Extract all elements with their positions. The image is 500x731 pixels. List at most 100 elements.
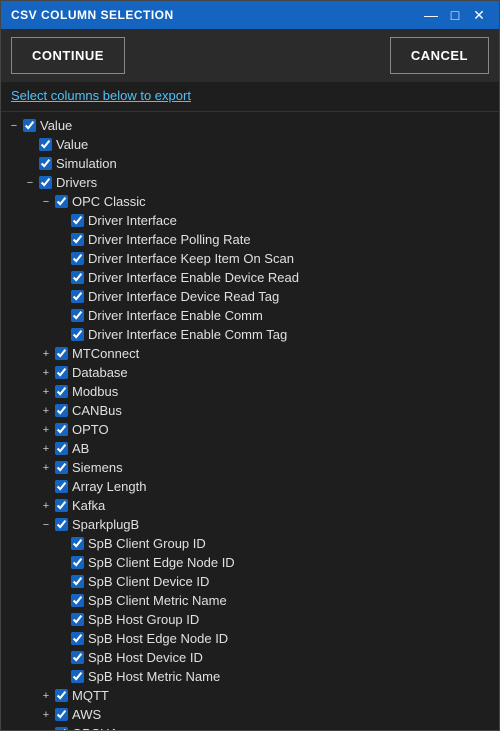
expand-icon[interactable]: − xyxy=(23,176,37,190)
tree-item-checkbox[interactable] xyxy=(71,575,84,588)
expand-placeholder xyxy=(55,328,69,342)
tree-item-checkbox[interactable] xyxy=(55,480,68,493)
tree-item-label: Value xyxy=(56,137,88,152)
expand-icon[interactable]: + xyxy=(39,385,53,399)
expand-icon[interactable]: + xyxy=(39,442,53,456)
tree-item-label: Driver Interface Enable Device Read xyxy=(88,270,299,285)
expand-icon[interactable]: + xyxy=(39,461,53,475)
expand-icon[interactable]: + xyxy=(39,708,53,722)
tree-item-label: Kafka xyxy=(72,498,105,513)
toolbar: CONTINUE CANCEL xyxy=(1,29,499,82)
tree-item: + Kafka xyxy=(1,496,499,515)
csv-column-selection-window: CSV COLUMN SELECTION — □ ✕ CONTINUE CANC… xyxy=(0,0,500,731)
expand-icon[interactable]: + xyxy=(39,727,53,731)
expand-icon[interactable]: − xyxy=(7,119,21,133)
tree-item: SpB Host Edge Node ID xyxy=(1,629,499,648)
expand-placeholder xyxy=(55,309,69,323)
maximize-button[interactable]: □ xyxy=(445,5,465,25)
tree-item: Driver Interface Enable Comm xyxy=(1,306,499,325)
tree-item-checkbox[interactable] xyxy=(55,518,68,531)
tree-item-checkbox[interactable] xyxy=(55,366,68,379)
minimize-button[interactable]: — xyxy=(421,5,441,25)
tree-item-checkbox[interactable] xyxy=(55,689,68,702)
tree-item-checkbox[interactable] xyxy=(39,176,52,189)
tree-item-label: AB xyxy=(72,441,89,456)
tree-item-checkbox[interactable] xyxy=(55,404,68,417)
expand-placeholder xyxy=(55,271,69,285)
tree-item-label: Array Length xyxy=(72,479,146,494)
tree-item-checkbox[interactable] xyxy=(55,347,68,360)
subtitle-link[interactable]: Select columns below to export xyxy=(1,82,499,112)
expand-placeholder xyxy=(55,556,69,570)
tree-item-label: SpB Client Device ID xyxy=(88,574,209,589)
close-button[interactable]: ✕ xyxy=(469,5,489,25)
tree-item-checkbox[interactable] xyxy=(55,195,68,208)
expand-placeholder xyxy=(23,157,37,171)
tree-item-checkbox[interactable] xyxy=(71,537,84,550)
tree-item-checkbox[interactable] xyxy=(71,290,84,303)
tree-item-label: Value xyxy=(40,118,72,133)
continue-button[interactable]: CONTINUE xyxy=(11,37,125,74)
expand-placeholder xyxy=(55,214,69,228)
tree-item-checkbox[interactable] xyxy=(55,423,68,436)
expand-icon[interactable]: + xyxy=(39,499,53,513)
tree-item-checkbox[interactable] xyxy=(23,119,36,132)
tree-item: +AWS xyxy=(1,705,499,724)
tree-item-checkbox[interactable] xyxy=(71,670,84,683)
expand-placeholder xyxy=(55,594,69,608)
tree-item-checkbox[interactable] xyxy=(71,651,84,664)
tree-item-checkbox[interactable] xyxy=(71,594,84,607)
tree-item-checkbox[interactable] xyxy=(55,442,68,455)
tree-container[interactable]: −ValueValueSimulation−Drivers−OPC Classi… xyxy=(1,112,499,730)
tree-item-label: Driver Interface Keep Item On Scan xyxy=(88,251,294,266)
tree-item: Simulation xyxy=(1,154,499,173)
tree-item-checkbox[interactable] xyxy=(71,309,84,322)
window-title: CSV COLUMN SELECTION xyxy=(11,8,174,22)
tree-item-label: Simulation xyxy=(56,156,117,171)
tree-item-checkbox[interactable] xyxy=(71,613,84,626)
tree-item-checkbox[interactable] xyxy=(55,708,68,721)
tree-item-checkbox[interactable] xyxy=(71,328,84,341)
tree-item: Driver Interface Device Read Tag xyxy=(1,287,499,306)
expand-placeholder xyxy=(55,537,69,551)
expand-icon[interactable]: + xyxy=(39,347,53,361)
expand-placeholder xyxy=(55,670,69,684)
tree-item-checkbox[interactable] xyxy=(55,727,68,730)
tree-item-checkbox[interactable] xyxy=(55,461,68,474)
expand-icon[interactable]: + xyxy=(39,689,53,703)
expand-icon[interactable]: + xyxy=(39,366,53,380)
tree-item-checkbox[interactable] xyxy=(55,499,68,512)
tree-item-checkbox[interactable] xyxy=(71,632,84,645)
tree-item-label: OPC Classic xyxy=(72,194,146,209)
tree-item: +Modbus xyxy=(1,382,499,401)
tree-item-checkbox[interactable] xyxy=(71,214,84,227)
expand-icon[interactable]: + xyxy=(39,404,53,418)
tree-item-label: SparkplugB xyxy=(72,517,139,532)
tree-item-checkbox[interactable] xyxy=(39,138,52,151)
cancel-button[interactable]: CANCEL xyxy=(390,37,489,74)
tree-item-checkbox[interactable] xyxy=(71,271,84,284)
expand-icon[interactable]: − xyxy=(39,518,53,532)
tree-item-checkbox[interactable] xyxy=(71,556,84,569)
title-bar: CSV COLUMN SELECTION — □ ✕ xyxy=(1,1,499,29)
tree-item-label: Drivers xyxy=(56,175,97,190)
tree-item-label: SpB Client Edge Node ID xyxy=(88,555,235,570)
tree-item: Driver Interface Enable Device Read xyxy=(1,268,499,287)
tree-item: Driver Interface Enable Comm Tag xyxy=(1,325,499,344)
tree-item: − SparkplugB xyxy=(1,515,499,534)
expand-placeholder xyxy=(55,651,69,665)
tree-item-checkbox[interactable] xyxy=(71,233,84,246)
tree-item: + AB xyxy=(1,439,499,458)
tree-item-checkbox[interactable] xyxy=(55,385,68,398)
tree-item-label: SpB Client Metric Name xyxy=(88,593,227,608)
tree-item: +Siemens xyxy=(1,458,499,477)
tree-item: SpB Client Device ID xyxy=(1,572,499,591)
expand-icon[interactable]: − xyxy=(39,195,53,209)
tree-item-checkbox[interactable] xyxy=(71,252,84,265)
expand-icon[interactable]: + xyxy=(39,423,53,437)
tree-item-label: MTConnect xyxy=(72,346,139,361)
tree-item: − OPC Classic xyxy=(1,192,499,211)
expand-placeholder xyxy=(55,632,69,646)
tree-item: +OPTO xyxy=(1,420,499,439)
tree-item-checkbox[interactable] xyxy=(39,157,52,170)
